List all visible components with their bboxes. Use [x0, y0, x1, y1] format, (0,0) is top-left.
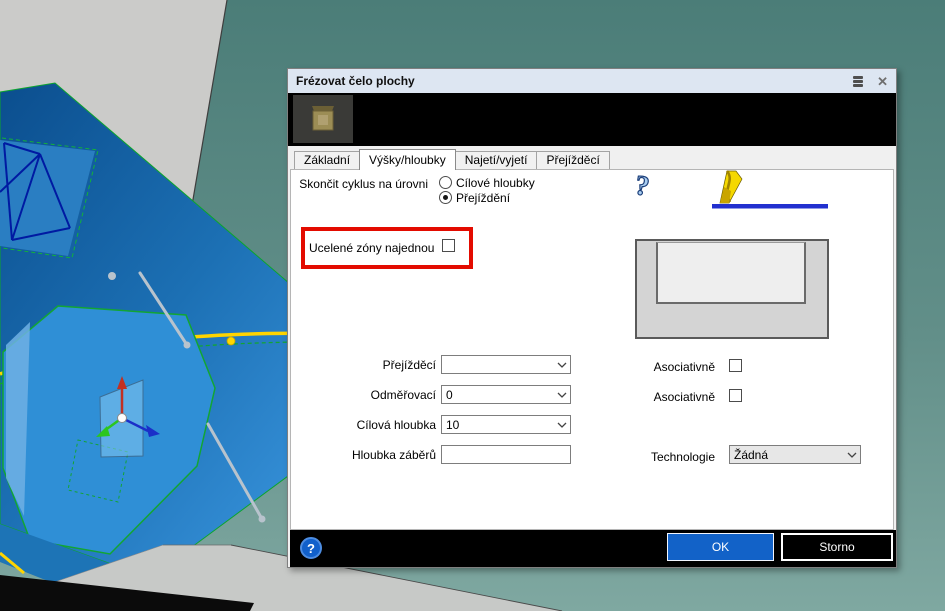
- origin-point: [118, 414, 127, 423]
- mill-tool-icon: [720, 171, 742, 203]
- radio-cilove-hloubky[interactable]: [439, 176, 452, 189]
- storno-button[interactable]: Storno: [781, 533, 893, 561]
- field-odmerovaci-label: Odměřovací: [288, 388, 436, 402]
- tab-najeti-vyjeti[interactable]: Najetí/vyjetí: [455, 151, 538, 169]
- tab-page: [290, 169, 894, 530]
- technology-label: Technologie: [628, 450, 715, 464]
- tool-thumbnail[interactable]: [293, 95, 353, 143]
- checkbox-ucelene-zony-label[interactable]: Ucelené zóny najednou: [309, 241, 434, 255]
- combo-odmerovaci[interactable]: 0: [441, 385, 571, 404]
- combo-cilova-hloubka[interactable]: 10: [441, 415, 571, 434]
- combo-technologie[interactable]: Žádná: [729, 445, 861, 464]
- ok-button[interactable]: OK: [667, 533, 774, 561]
- combo-cilova-hloubka-value: 10: [442, 418, 553, 432]
- input-hloubka-zaberu[interactable]: [441, 445, 571, 464]
- assoc-label-2: Asociativně: [628, 390, 715, 404]
- combo-technologie-value: Žádná: [730, 448, 843, 462]
- chevron-down-icon: [553, 422, 570, 428]
- tool-box-icon: [308, 103, 338, 135]
- chevron-down-icon: [553, 362, 570, 368]
- footer-bar: ? OK Storno: [290, 530, 896, 567]
- checkbox-asociativne-1[interactable]: [729, 359, 742, 372]
- window-menu-icon[interactable]: [853, 76, 863, 87]
- question-mark-icon[interactable]: ?: [626, 169, 660, 205]
- radio-prejizdeni-label[interactable]: Přejíždění: [456, 191, 510, 205]
- tab-zakladni[interactable]: Základní: [294, 151, 360, 169]
- assoc-label-1: Asociativně: [628, 360, 715, 374]
- combo-odmerovaci-value: 0: [442, 388, 553, 402]
- field-cilova-hloubka-label: Cílová hloubka: [288, 418, 436, 432]
- close-icon[interactable]: ✕: [877, 75, 888, 88]
- chevron-down-icon: [553, 392, 570, 398]
- svg-text:?: ?: [633, 170, 652, 203]
- tab-vysky-hloubky[interactable]: Výšky/hloubky: [359, 149, 456, 170]
- end-mill-on-surface-icon: [712, 168, 830, 210]
- chevron-down-icon: [843, 452, 860, 458]
- titlebar: Frézovat čelo plochy ✕: [288, 69, 896, 93]
- window-title: Frézovat čelo plochy: [296, 74, 415, 88]
- field-hloubka-zaberu-label: Hloubka záběrů: [288, 448, 436, 462]
- titlebar-icons: ✕: [853, 75, 888, 88]
- radio-prejizdeni[interactable]: [439, 191, 452, 204]
- dialog-window: Frézovat čelo plochy ✕ Základní Výšky/hl…: [287, 68, 897, 568]
- combo-prejizdeci[interactable]: [441, 355, 571, 374]
- tool-preview-strip: [288, 93, 896, 146]
- radio-cilove-hloubky-label[interactable]: Cílové hloubky: [456, 176, 535, 190]
- end-cycle-label: Skončit cyklus na úrovni: [288, 177, 428, 191]
- question-mark-circle-icon[interactable]: ?: [300, 537, 322, 559]
- tab-bar: Základní Výšky/hloubky Najetí/vyjetí Pře…: [294, 149, 609, 169]
- depth-diagram-pocket: [656, 242, 806, 304]
- depth-diagram: [635, 239, 829, 339]
- checkbox-ucelene-zony[interactable]: [442, 239, 455, 252]
- field-prejizdeci-label: Přejížděcí: [288, 358, 436, 372]
- tab-prejizdeci[interactable]: Přejížděcí: [536, 151, 609, 169]
- checkbox-asociativne-2[interactable]: [729, 389, 742, 402]
